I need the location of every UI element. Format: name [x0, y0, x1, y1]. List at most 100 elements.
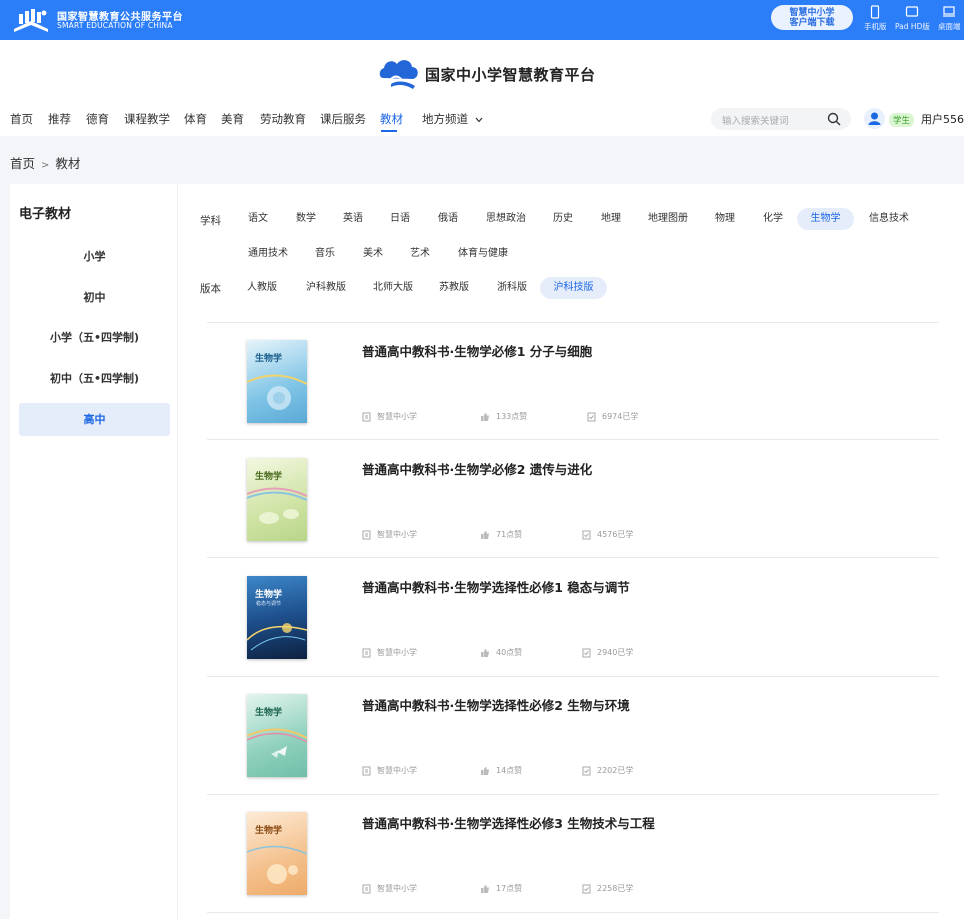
nav-labor[interactable]: 劳动教育 [260, 111, 306, 127]
subject-label: 学科 [200, 215, 221, 227]
subject-chip-geography[interactable]: 地理 [590, 208, 632, 230]
subject-chip-atlas[interactable]: 地理图册 [640, 208, 696, 230]
subject-chip-math[interactable]: 数学 [285, 208, 327, 230]
book-learners: 2202已学 [582, 765, 633, 776]
book-item[interactable]: 生物学 普通高中教科书·生物学选择性必修3 生物技术与工程 智慧中小学 17点赞… [207, 794, 939, 912]
thumb-up-icon[interactable] [480, 530, 490, 540]
brand[interactable]: 国家中小学智慧教育平台 [377, 56, 596, 92]
search-icon[interactable] [827, 112, 841, 126]
book-cover[interactable]: 生物学 [247, 458, 307, 541]
book-publisher: 智慧中小学 [362, 529, 417, 540]
learners-icon [582, 766, 591, 775]
sidebar-item-senior[interactable]: 高中 [19, 403, 170, 436]
user-name[interactable]: 用户5562 [921, 111, 964, 127]
subject-chip-history[interactable]: 历史 [542, 208, 584, 230]
book-likes: 71点赞 [480, 529, 522, 540]
book-item[interactable]: 生物学 稳态与调节 普通高中教科书·生物学选择性必修1 稳态与调节 智慧中小学 … [207, 558, 939, 676]
sidebar-item-primary-54[interactable]: 小学（五•四学制) [19, 321, 170, 354]
role-badge: 学生 [889, 113, 915, 127]
subject-chip-it[interactable]: 信息技术 [861, 208, 917, 230]
avatar[interactable] [864, 108, 885, 129]
nav-recommend[interactable]: 推荐 [48, 111, 71, 127]
client-download-line2: 客户端下载 [789, 17, 835, 28]
user-icon [868, 112, 881, 125]
book-icon [362, 884, 371, 893]
nav-textbooks[interactable]: 教材 [380, 111, 403, 127]
book-likes-label: 71点赞 [496, 530, 523, 539]
thumb-up-icon[interactable] [480, 648, 490, 658]
subject-chip-fine-arts[interactable]: 美术 [352, 243, 394, 265]
subject-chip-art[interactable]: 艺术 [399, 243, 441, 265]
book-publisher-label: 智慧中小学 [377, 884, 417, 893]
book-item[interactable]: 生物学 普通高中教科书·生物学必修1 分子与细胞 智慧中小学 133点赞 697… [207, 322, 939, 440]
breadcrumb: 首页 > 教材 [10, 153, 80, 172]
book-cover[interactable]: 生物学 [247, 812, 307, 895]
book-title[interactable]: 普通高中教科书·生物学选择性必修3 生物技术与工程 [362, 813, 655, 832]
platform-name-en: SMART EDUCATION OF CHINA [57, 21, 173, 30]
brand-logo-icon [379, 60, 418, 89]
book-item[interactable]: 生物学 普通高中教科书·生物学必修2 遗传与进化 智慧中小学 71点赞 4576… [207, 440, 939, 558]
cover-art-icon [247, 374, 307, 410]
book-title[interactable]: 普通高中教科书·生物学必修2 遗传与进化 [362, 459, 592, 478]
book-likes-label: 17点赞 [496, 884, 523, 893]
version-chip-hkjy[interactable]: 沪科教版 [298, 277, 354, 299]
book-icon [362, 766, 371, 775]
subject-chip-chemistry[interactable]: 化学 [752, 208, 794, 230]
nav-sports[interactable]: 体育 [184, 111, 207, 127]
subject-chip-japanese[interactable]: 日语 [379, 208, 421, 230]
version-chip-sujiao[interactable]: 苏教版 [433, 277, 475, 299]
sidebar-item-junior[interactable]: 初中 [19, 281, 170, 314]
version-chip-bnu[interactable]: 北师大版 [365, 277, 421, 299]
book-cover[interactable]: 生物学 [247, 694, 307, 777]
device-pad-link[interactable]: Pad HD版 [895, 5, 930, 32]
cover-subtitle: 稳态与调节 [256, 601, 282, 607]
book-title[interactable]: 普通高中教科书·生物学必修1 分子与细胞 [362, 341, 592, 360]
nav-after-school[interactable]: 课后服务 [320, 111, 366, 127]
book-cover[interactable]: 生物学 稳态与调节 [247, 576, 307, 659]
client-download-button[interactable]: 智慧中小学 客户端下载 [771, 5, 853, 30]
sidebar-item-junior-54[interactable]: 初中（五•四学制) [19, 362, 170, 395]
device-desktop-label: 桌面端 [938, 22, 961, 31]
nav-arts[interactable]: 美育 [221, 111, 244, 127]
thumb-up-icon[interactable] [480, 884, 490, 894]
nav-local-channel[interactable]: 地方频道 [422, 111, 483, 127]
platform-logo-icon[interactable] [10, 7, 52, 33]
book-title[interactable]: 普通高中教科书·生物学选择性必修2 生物与环境 [362, 695, 630, 714]
device-phone-link[interactable]: 手机版 [864, 5, 887, 32]
version-chip-pep[interactable]: 人教版 [241, 277, 283, 299]
search-input[interactable]: 输入搜索关键词 [722, 113, 789, 127]
chevron-down-icon [475, 117, 483, 122]
subject-chip-music[interactable]: 音乐 [304, 243, 346, 265]
book-publisher-label: 智慧中小学 [377, 412, 417, 421]
subject-chip-english[interactable]: 英语 [332, 208, 374, 230]
subject-chip-biology[interactable]: 生物学 [797, 208, 854, 230]
book-item[interactable]: 生物学 普通高中教科书·生物学选择性必修2 生物与环境 智慧中小学 14点赞 2… [207, 676, 939, 794]
breadcrumb-home[interactable]: 首页 [10, 156, 35, 171]
thumb-up-icon[interactable] [480, 412, 490, 422]
book-publisher: 智慧中小学 [362, 765, 417, 776]
book-title[interactable]: 普通高中教科书·生物学选择性必修1 稳态与调节 [362, 577, 630, 596]
device-desktop-link[interactable]: 桌面端 [938, 5, 961, 32]
subject-chip-russian[interactable]: 俄语 [427, 208, 469, 230]
nav-active-underline [381, 130, 397, 132]
book-likes-label: 40点赞 [496, 648, 523, 657]
thumb-up-icon[interactable] [480, 766, 490, 776]
book-learners: 2940已学 [582, 647, 633, 658]
version-chip-zheke[interactable]: 浙科版 [491, 277, 533, 299]
subject-chip-pe-health[interactable]: 体育与健康 [450, 243, 516, 265]
book-cover[interactable]: 生物学 [247, 340, 307, 423]
nav-courses[interactable]: 课程教学 [124, 111, 170, 127]
subject-chip-politics[interactable]: 思想政治 [478, 208, 534, 230]
nav-moral[interactable]: 德育 [86, 111, 109, 127]
brand-name: 国家中小学智慧教育平台 [425, 65, 596, 84]
book-publisher: 智慧中小学 [362, 647, 417, 658]
subject-chip-chinese[interactable]: 语文 [237, 208, 279, 230]
search-box[interactable]: 输入搜索关键词 [711, 108, 851, 130]
subject-chip-physics[interactable]: 物理 [704, 208, 746, 230]
cover-title: 生物学 [255, 826, 283, 836]
nav-home[interactable]: 首页 [10, 111, 33, 127]
version-chip-hukeji[interactable]: 沪科技版 [540, 277, 607, 299]
sidebar-item-primary[interactable]: 小学 [19, 240, 170, 273]
version-label: 版本 [200, 283, 221, 295]
subject-chip-general-tech[interactable]: 通用技术 [240, 243, 296, 265]
